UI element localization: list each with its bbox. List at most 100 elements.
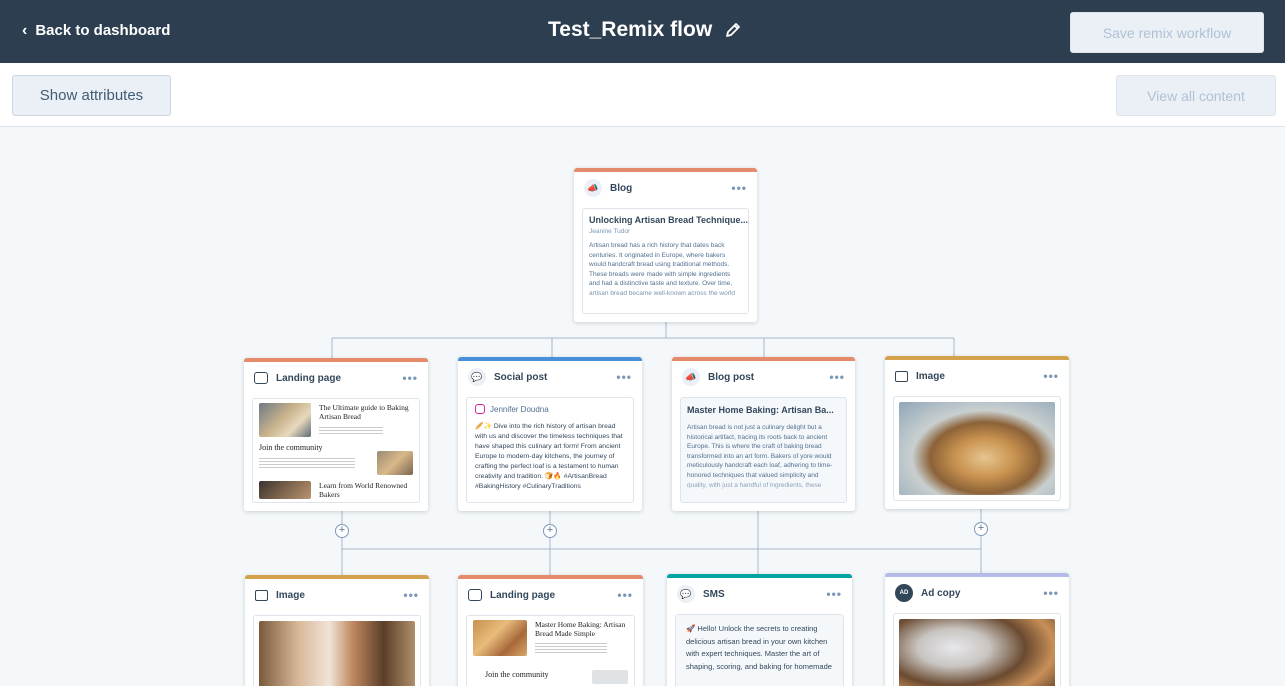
- social-account-name: Jennifer Doudna: [490, 404, 549, 414]
- landing-card-type: Landing page: [276, 372, 341, 384]
- save-remix-workflow-button[interactable]: Save remix workflow: [1070, 12, 1264, 53]
- sms-preview: 🚀 Hello! Unlock the secrets to creating …: [675, 614, 844, 686]
- landing2-card-type: Landing page: [490, 589, 555, 601]
- add-node-plus-icon[interactable]: +: [543, 524, 557, 538]
- social-preview: Jennifer Doudna 🥖✨ Dive into the rich hi…: [466, 397, 634, 503]
- browser-window-icon: [254, 372, 268, 384]
- blog-post-card[interactable]: 📣 Blog post ••• Master Home Baking: Arti…: [672, 357, 855, 511]
- lp-filler-text: [259, 458, 355, 468]
- ad-icon: AD: [895, 584, 913, 602]
- show-attributes-button[interactable]: Show attributes: [12, 75, 171, 116]
- lp2-hero: Master Home Baking: Artisan Bread Made S…: [467, 616, 634, 660]
- landing2-card-header: Landing page •••: [458, 579, 643, 611]
- back-label: Back to dashboard: [35, 22, 171, 39]
- sms-body: 🚀 Hello! Unlock the secrets to creating …: [686, 624, 832, 671]
- toolbar: Show attributes View all content: [0, 63, 1285, 127]
- blog-card-header: 📣 Blog •••: [574, 172, 757, 204]
- sms-card-type: SMS: [703, 588, 725, 600]
- lp-section2-title: Learn from World Renowned Bakers: [319, 481, 408, 499]
- add-node-plus-icon[interactable]: +: [335, 524, 349, 538]
- lp-learn: Learn from World Renowned Bakers: [253, 479, 419, 502]
- social-post-card[interactable]: 💬 Social post ••• Jennifer Doudna 🥖✨ Div…: [458, 357, 642, 511]
- image2-card-type: Image: [276, 589, 305, 601]
- landing-page-card[interactable]: Landing page ••• Master Home Baking: Art…: [458, 575, 643, 686]
- browser-window-icon: [468, 589, 482, 601]
- chevron-left-icon: ‹: [22, 21, 28, 39]
- fade-overlay: [676, 680, 843, 686]
- people-photo: [259, 621, 415, 686]
- bread-photo: [377, 451, 413, 475]
- landing-page-card[interactable]: Landing page ••• The Ultimate guide to B…: [244, 358, 428, 511]
- lp2-heading: Master Home Baking: Artisan Bread Made S…: [535, 620, 626, 638]
- social-card-header: 💬 Social post •••: [458, 361, 642, 393]
- landing-card-header: Landing page •••: [244, 362, 428, 394]
- bread-photo: [473, 620, 527, 656]
- adcopy-card-header: AD Ad copy •••: [885, 577, 1069, 609]
- image-card[interactable]: Image •••: [245, 575, 429, 686]
- image-preview: [893, 396, 1061, 501]
- bread-bowl-photo: [899, 619, 1055, 686]
- landing-preview: The Ultimate guide to Baking Artisan Bre…: [252, 398, 420, 503]
- adcopy-card-more-icon[interactable]: •••: [1043, 586, 1059, 600]
- bread-photo: [899, 402, 1055, 495]
- blogpost-preview: Master Home Baking: Artisan Ba... Artisa…: [680, 397, 847, 503]
- social-card-type: Social post: [494, 371, 548, 383]
- chat-bubble-icon: 💬: [468, 368, 486, 386]
- sms-card-more-icon[interactable]: •••: [826, 587, 842, 601]
- blog-card[interactable]: 📣 Blog ••• Unlocking Artisan Bread Techn…: [574, 168, 757, 322]
- fade-overlay: [681, 476, 846, 502]
- blog-card-type: Blog: [610, 182, 633, 194]
- adcopy-card-type: Ad copy: [921, 587, 961, 599]
- image2-card-header: Image •••: [245, 579, 429, 611]
- blog-card-more-icon[interactable]: •••: [731, 181, 747, 195]
- lp-heading: The Ultimate guide to Baking Artisan Bre…: [319, 403, 409, 421]
- social-card-more-icon[interactable]: •••: [616, 370, 632, 384]
- fade-overlay: [583, 287, 748, 313]
- image-card-header: Image •••: [885, 360, 1069, 392]
- lp-hero: The Ultimate guide to Baking Artisan Bre…: [253, 399, 419, 441]
- sms-icon: 💬: [677, 585, 695, 603]
- instagram-icon: [475, 404, 485, 414]
- flow-title-text: Test_Remix flow: [548, 18, 713, 41]
- blogpost-title: Master Home Baking: Artisan Ba...: [687, 405, 834, 415]
- landing2-preview: Master Home Baking: Artisan Bread Made S…: [466, 615, 635, 686]
- image-card-type: Image: [916, 370, 945, 382]
- landing-card-more-icon[interactable]: •••: [402, 371, 418, 385]
- lp-section-title: Join the community: [259, 443, 323, 452]
- image-card[interactable]: Image •••: [885, 356, 1069, 509]
- pencil-icon[interactable]: [724, 21, 742, 39]
- back-to-dashboard-link[interactable]: ‹ Back to dashboard: [22, 22, 170, 39]
- landing2-card-more-icon[interactable]: •••: [617, 588, 633, 602]
- flow-title: Test_Remix flow: [548, 18, 742, 42]
- lp-filler-text: [535, 643, 607, 653]
- blogpost-card-type: Blog post: [708, 371, 755, 383]
- image-card-more-icon[interactable]: •••: [1043, 369, 1059, 383]
- adcopy-preview: [893, 613, 1061, 686]
- bread-photo: [259, 403, 311, 437]
- blogpost-card-more-icon[interactable]: •••: [829, 370, 845, 384]
- flow-canvas[interactable]: 📣 Blog ••• Unlocking Artisan Bread Techn…: [0, 127, 1285, 686]
- image-icon: [895, 370, 908, 382]
- lp2-section-title: Join the community: [485, 670, 549, 679]
- blog-author: Jeanine Tudor: [589, 228, 631, 235]
- ad-copy-card[interactable]: AD Ad copy •••: [885, 573, 1069, 686]
- view-all-content-button[interactable]: View all content: [1116, 75, 1276, 116]
- bread-photo: [592, 670, 628, 684]
- sms-card[interactable]: 💬 SMS ••• 🚀 Hello! Unlock the secrets to…: [667, 574, 852, 686]
- bread-photo: [259, 481, 311, 499]
- megaphone-icon: 📣: [584, 179, 602, 197]
- image2-card-more-icon[interactable]: •••: [403, 588, 419, 602]
- blog-title: Unlocking Artisan Bread Technique...: [589, 215, 748, 225]
- blog-preview: Unlocking Artisan Bread Technique... Jea…: [582, 208, 749, 314]
- social-body: 🥖✨ Dive into the rich history of artisan…: [475, 423, 623, 490]
- top-bar: ‹ Back to dashboard Test_Remix flow Save…: [0, 0, 1285, 63]
- sms-card-header: 💬 SMS •••: [667, 578, 852, 610]
- image2-preview: [253, 615, 421, 686]
- megaphone-icon: 📣: [682, 368, 700, 386]
- add-node-plus-icon[interactable]: +: [974, 522, 988, 536]
- lp2-community: Join the community: [467, 660, 634, 686]
- lp-community: Join the community: [253, 441, 419, 479]
- blogpost-card-header: 📣 Blog post •••: [672, 361, 855, 393]
- social-account: Jennifer Doudna: [467, 398, 633, 418]
- image-icon: [255, 589, 268, 601]
